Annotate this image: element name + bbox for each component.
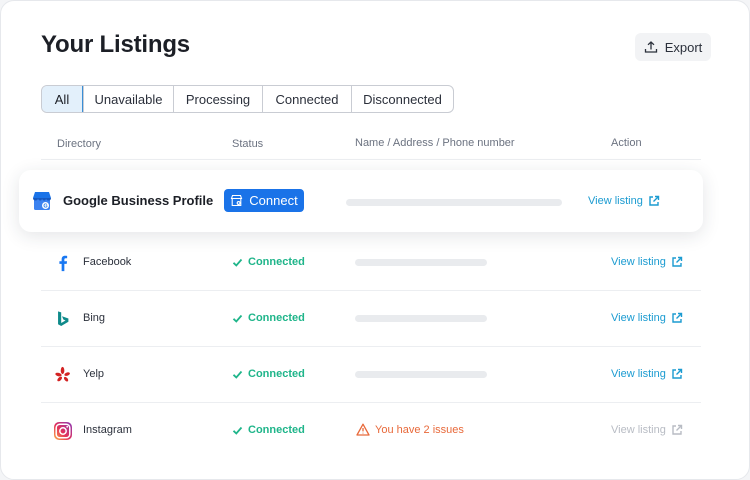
tab-disconnected[interactable]: Disconnected <box>351 86 453 112</box>
external-link-icon <box>672 256 683 267</box>
instagram-icon <box>53 421 73 441</box>
status-connected: Connected <box>232 368 305 380</box>
details-placeholder <box>355 371 487 378</box>
checkmark-icon <box>232 370 243 379</box>
tab-processing[interactable]: Processing <box>173 86 262 112</box>
tab-connected[interactable]: Connected <box>262 86 351 112</box>
featured-listing-row: G Google Business Profile Connect View l… <box>19 170 703 232</box>
external-link-icon <box>672 424 683 435</box>
bing-icon <box>53 309 73 329</box>
view-listing-label: View listing <box>588 195 643 207</box>
status-connected: Connected <box>232 312 305 324</box>
status-label: Connected <box>248 256 305 268</box>
view-listing-link-google[interactable]: View listing <box>588 195 660 207</box>
upload-icon <box>644 41 657 53</box>
facebook-icon <box>53 253 73 273</box>
svg-text:G: G <box>43 204 47 210</box>
external-link-icon <box>649 195 660 206</box>
table-row: Facebook Connected View listing <box>41 235 701 291</box>
filter-tabs: All Unavailable Processing Connected Dis… <box>41 85 454 113</box>
details-placeholder <box>355 259 487 266</box>
status-label: Connected <box>248 368 305 380</box>
google-business-icon: G <box>33 192 51 210</box>
view-listing-label: View listing <box>611 424 666 436</box>
yelp-icon <box>53 365 73 385</box>
column-header-action: Action <box>611 137 642 149</box>
store-icon <box>231 194 243 207</box>
status-label: Connected <box>248 424 305 436</box>
issues-warning[interactable]: You have 2 issues <box>356 423 464 436</box>
table-row: Bing Connected View listing <box>41 291 701 347</box>
table-row: Instagram Connected You have 2 issues Vi… <box>41 403 701 459</box>
checkmark-icon <box>232 426 243 435</box>
page-title: Your Listings <box>41 31 190 58</box>
tab-all[interactable]: All <box>42 86 83 112</box>
view-listing-label: View listing <box>611 312 666 324</box>
view-listing-link-instagram[interactable]: View listing <box>611 424 683 436</box>
listing-name: Instagram <box>83 424 132 436</box>
status-label: Connected <box>248 312 305 324</box>
view-listing-label: View listing <box>611 368 666 380</box>
table-row: Yelp Connected View listing <box>41 347 701 403</box>
details-placeholder <box>355 315 487 322</box>
listings-card: Your Listings Export All Unavailable Pro… <box>0 0 750 480</box>
header-divider <box>41 159 701 160</box>
issues-label: You have 2 issues <box>375 423 464 436</box>
status-connected: Connected <box>232 256 305 268</box>
export-label: Export <box>664 39 703 55</box>
external-link-icon <box>672 368 683 379</box>
view-listing-label: View listing <box>611 256 666 268</box>
listing-name: Bing <box>83 312 106 324</box>
listing-name: Facebook <box>83 256 132 268</box>
view-listing-link-yelp[interactable]: View listing <box>611 368 683 380</box>
connect-label: Connect <box>249 193 298 208</box>
view-listing-link-bing[interactable]: View listing <box>611 312 683 324</box>
details-placeholder <box>346 199 562 206</box>
connect-button[interactable]: Connect <box>224 189 304 212</box>
export-button[interactable]: Export <box>635 33 711 61</box>
listing-name-google: Google Business Profile <box>63 193 214 208</box>
listing-name: Yelp <box>83 368 105 380</box>
view-listing-link-facebook[interactable]: View listing <box>611 256 683 268</box>
status-connected: Connected <box>232 424 305 436</box>
checkmark-icon <box>232 258 243 267</box>
tab-unavailable[interactable]: Unavailable <box>83 86 173 112</box>
column-header-directory: Directory <box>57 138 102 150</box>
column-header-status: Status <box>232 138 264 150</box>
warning-icon <box>356 423 370 436</box>
column-header-details: Name / Address / Phone number <box>355 137 515 149</box>
checkmark-icon <box>232 314 243 323</box>
external-link-icon <box>672 312 683 323</box>
